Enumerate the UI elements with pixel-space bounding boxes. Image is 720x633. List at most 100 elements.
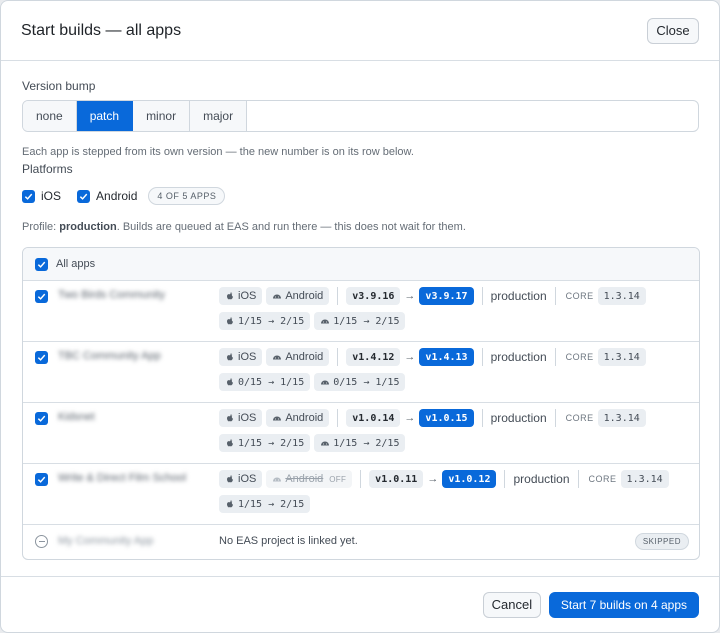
divider: [481, 409, 483, 427]
version-bump-hint: Each app is stepped from its own version…: [22, 146, 414, 158]
all-apps-checkbox[interactable]: [35, 257, 48, 271]
app-row-checkbox[interactable]: [35, 290, 48, 303]
bump-option-minor[interactable]: minor: [133, 101, 191, 131]
android-count-text: 1/15 → 2/15: [333, 437, 400, 449]
android-chip: Android: [266, 287, 330, 305]
close-button[interactable]: Close: [647, 17, 699, 44]
divider: [504, 470, 506, 488]
version-bump-label: Version bump: [22, 79, 96, 93]
dialog-body: Version bump none patch minor major Each…: [1, 61, 719, 560]
android-build-count: 1/15 → 2/15: [314, 312, 406, 330]
ios-build-count: 1/15 → 2/15: [219, 434, 311, 452]
apple-icon: [227, 439, 233, 447]
app-name: Kidsnet: [58, 411, 95, 423]
ios-build-count: 0/15 → 1/15: [219, 373, 311, 391]
app-row: Two Birds Community iOS Android v3.9.16 …: [23, 281, 699, 342]
profile-suffix: . Builds are queued at EAS and run there…: [116, 221, 466, 233]
divider: [554, 409, 556, 427]
profile-note: Profile: production. Builds are queued a…: [22, 221, 698, 233]
divider: [577, 470, 579, 488]
app-row-skipped: My Community App No EAS project is linke…: [23, 525, 699, 559]
bump-option-major[interactable]: major: [190, 101, 248, 131]
apple-icon: [227, 292, 233, 300]
cancel-button[interactable]: Cancel: [482, 591, 541, 618]
divider: [481, 348, 483, 366]
core-label: CORE: [588, 474, 617, 484]
ios-chip-label: iOS: [238, 412, 257, 424]
divider: [554, 287, 556, 305]
profile-prefix: Profile:: [22, 221, 60, 233]
divider: [481, 287, 483, 305]
app-row-checkbox[interactable]: [35, 412, 48, 425]
android-chip-label: Android: [285, 351, 324, 363]
app-row: Kidsnet iOS Android v1.0.14 → v1.0.15 pr…: [23, 403, 699, 464]
arrow-right-icon: →: [404, 290, 416, 302]
new-version: v1.4.13: [419, 348, 474, 366]
profile-name: production: [490, 411, 547, 425]
ios-chip-label: iOS: [238, 290, 257, 302]
ios-chip-label: iOS: [238, 473, 257, 485]
apple-icon: [227, 500, 233, 508]
ios-build-count: 1/15 → 2/15: [219, 495, 311, 513]
app-name: TBC Community App: [58, 350, 161, 362]
profile-name: production: [490, 350, 547, 364]
app-row-checkbox[interactable]: [35, 351, 48, 364]
ios-chip: iOS: [219, 287, 263, 305]
android-icon: [273, 355, 282, 360]
platforms-label: Platforms: [22, 162, 73, 176]
ios-build-count: 1/15 → 2/15: [219, 312, 311, 330]
apple-icon: [227, 378, 233, 386]
current-version: v1.0.14: [346, 409, 401, 427]
core-label: CORE: [565, 352, 594, 362]
all-apps-label: All apps: [56, 258, 96, 270]
off-tag: OFF: [329, 474, 347, 484]
android-chip-label: Android: [285, 473, 324, 485]
ios-count-text: 0/15 → 1/15: [238, 376, 305, 388]
android-chip-disabled: Android OFF: [266, 470, 353, 488]
bump-option-patch[interactable]: patch: [76, 101, 134, 131]
new-version: v1.0.15: [419, 409, 474, 427]
android-checkbox[interactable]: [77, 189, 91, 203]
arrow-right-icon: →: [404, 412, 416, 424]
new-version: v3.9.17: [419, 287, 474, 305]
android-icon: [321, 441, 330, 446]
apple-icon: [227, 414, 233, 422]
profile-name: production: [59, 221, 117, 233]
android-chip-label: Android: [285, 290, 324, 302]
app-row: TBC Community App iOS Android v1.4.12 → …: [23, 342, 699, 403]
android-chip-label: Android: [285, 412, 324, 424]
core-version: 1.3.14: [620, 470, 669, 488]
ios-checkbox[interactable]: [22, 189, 35, 203]
core-version: 1.3.14: [597, 287, 646, 305]
android-icon: [321, 380, 330, 385]
ios-label: iOS: [41, 189, 62, 203]
current-version: v1.0.11: [369, 470, 424, 488]
platform-toggles: iOS Android 4 OF 5 APPS: [22, 187, 698, 205]
ios-chip: iOS: [219, 409, 263, 427]
start-builds-dialog: Start builds — all apps Close Version bu…: [0, 0, 720, 633]
all-apps-header: All apps: [23, 248, 699, 281]
apple-icon: [227, 475, 233, 483]
new-version: v1.0.12: [442, 470, 497, 488]
bump-option-none[interactable]: none: [23, 101, 77, 131]
android-count-text: 1/15 → 2/15: [333, 315, 400, 327]
dialog-footer: Cancel Start 7 builds on 4 apps: [1, 576, 719, 632]
current-version: v1.4.12: [346, 348, 401, 366]
divider: [337, 348, 339, 366]
android-icon: [321, 319, 330, 324]
apple-icon: [227, 317, 233, 325]
start-builds-button[interactable]: Start 7 builds on 4 apps: [548, 591, 699, 618]
core-label: CORE: [565, 413, 594, 423]
minus-circle-icon: [35, 535, 48, 548]
current-version: v3.9.16: [346, 287, 401, 305]
app-row-checkbox[interactable]: [35, 473, 48, 486]
version-bump-selector: none patch minor major: [22, 100, 699, 132]
android-count-text: 0/15 → 1/15: [333, 376, 400, 388]
android-build-count: 1/15 → 2/15: [314, 434, 406, 452]
android-icon: [273, 477, 282, 482]
android-icon: [273, 294, 282, 299]
core-version: 1.3.14: [597, 348, 646, 366]
divider: [337, 287, 339, 305]
arrow-right-icon: →: [404, 351, 416, 363]
android-chip: Android: [266, 409, 330, 427]
